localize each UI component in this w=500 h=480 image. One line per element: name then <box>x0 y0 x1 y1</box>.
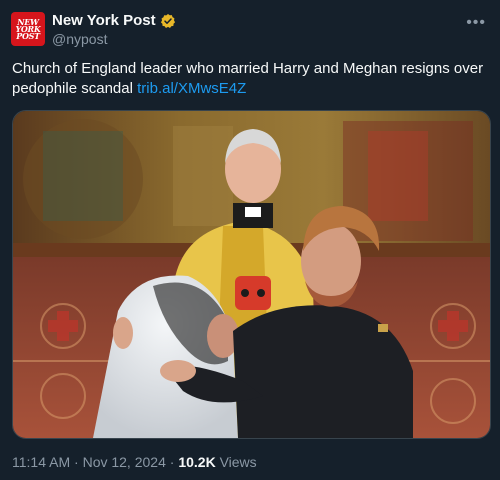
avatar-logo-text: NEW YORK POST <box>15 16 41 41</box>
author-name-row: New York Post <box>52 12 176 29</box>
author-display-name[interactable]: New York Post <box>52 12 156 29</box>
tweet-meta: 11:14 AM · Nov 12, 2024 · 10.2K Views <box>12 454 257 470</box>
views-label: Views <box>219 454 257 470</box>
avatar[interactable]: NEW YORK POST <box>11 12 45 46</box>
views-count: 10.2K <box>178 454 216 470</box>
more-icon[interactable]: ••• <box>466 14 486 32</box>
verified-badge-icon[interactable] <box>160 13 176 29</box>
author-handle[interactable]: @nypost <box>52 31 107 47</box>
tweet-text: Church of England leader who married Har… <box>12 59 488 99</box>
meta-separator: · <box>74 454 79 470</box>
meta-separator: · <box>169 454 175 470</box>
tweet-photo[interactable] <box>12 110 491 439</box>
tweet-date[interactable]: Nov 12, 2024 <box>83 454 166 470</box>
tweet-card: NEW YORK POST New York Post @nypost ••• … <box>0 0 500 480</box>
tweet-link[interactable]: trib.al/XMwsE4Z <box>137 80 246 97</box>
tweet-time[interactable]: 11:14 AM <box>12 454 70 470</box>
tweet-body: Church of England leader who married Har… <box>12 60 484 97</box>
wedding-photo-illustration <box>13 111 490 438</box>
